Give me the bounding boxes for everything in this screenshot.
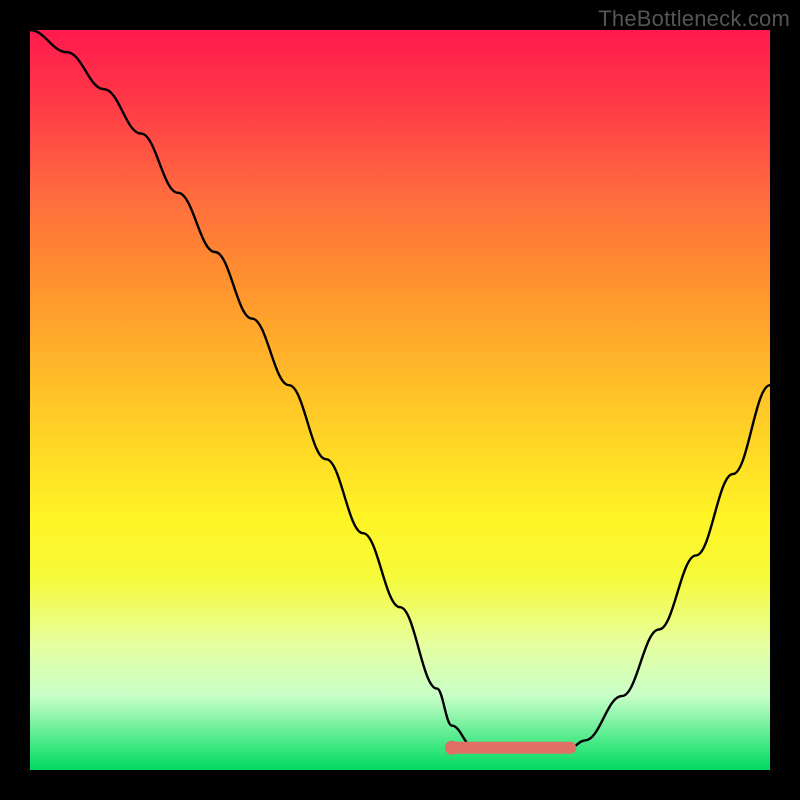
optimal-point-marker bbox=[445, 741, 459, 755]
chart-svg bbox=[30, 30, 770, 770]
chart-plot-area bbox=[30, 30, 770, 770]
chart-frame: TheBottleneck.com bbox=[0, 0, 800, 800]
bottleneck-curve bbox=[30, 30, 770, 748]
brand-watermark: TheBottleneck.com bbox=[598, 6, 790, 32]
